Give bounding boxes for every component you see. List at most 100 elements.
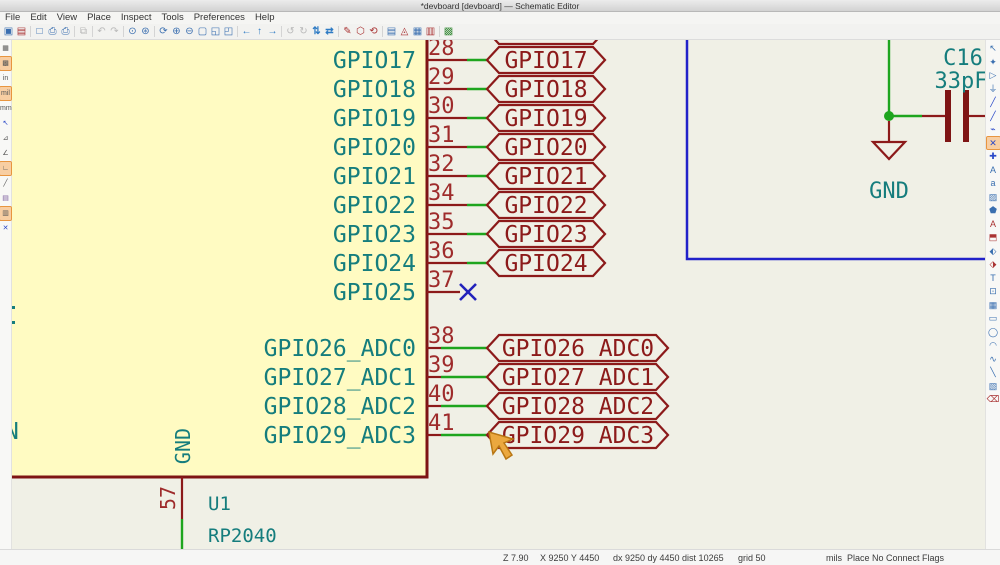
assign-footprints-icon[interactable]: ◬	[398, 25, 411, 39]
capacitor-reference[interactable]: C16	[943, 46, 983, 71]
annotate-icon[interactable]: ✎	[341, 25, 354, 39]
refresh-view-icon[interactable]: ⟳	[157, 25, 170, 39]
add-circle-icon[interactable]: ◯	[987, 326, 1000, 338]
add-power-port-icon[interactable]: ⏚	[987, 83, 1000, 95]
menu-help[interactable]: Help	[250, 12, 280, 24]
print-icon[interactable]: ⎙	[46, 25, 59, 39]
import-sheet-pin-icon[interactable]: ⬗	[987, 258, 1000, 270]
highlight-net-icon[interactable]: ✦	[987, 56, 1000, 68]
global-label-text[interactable]: GPIO27_ADC1	[502, 365, 654, 391]
capacitor-plate[interactable]	[945, 90, 951, 142]
global-label-text[interactable]: GPIO26_ADC0	[502, 336, 654, 362]
free-angle-mode-icon[interactable]: ∠	[0, 147, 11, 160]
rotate-ccw-icon[interactable]: ↺	[284, 25, 297, 39]
add-no-connect-icon[interactable]: ✕	[987, 137, 1000, 149]
delete-tool-icon[interactable]: ⌫	[987, 393, 1000, 405]
nav-back-icon[interactable]: ←	[240, 25, 253, 39]
gnd-power-symbol[interactable]: GND	[869, 121, 909, 204]
save-icon[interactable]: ▣	[2, 25, 15, 39]
nav-up-hierarchy-icon[interactable]: ↑	[253, 25, 266, 39]
wire-junction[interactable]	[884, 111, 894, 121]
menu-view[interactable]: View	[52, 12, 82, 24]
bom-icon[interactable]: ▥	[424, 25, 437, 39]
hierarchy-navigator-icon[interactable]: ▤	[385, 25, 398, 39]
units-mils-icon[interactable]: mil	[0, 87, 11, 100]
rotate-cw-icon[interactable]: ↻	[297, 25, 310, 39]
global-label-text[interactable]: GPIO29_ADC3	[502, 423, 654, 449]
component-value[interactable]: RP2040	[208, 525, 277, 547]
crosshair-cursor-icon[interactable]: ↖	[0, 117, 11, 130]
add-arc-icon[interactable]: ◠	[987, 339, 1000, 351]
add-bezier-icon[interactable]: ∿	[987, 353, 1000, 365]
zoom-fit-icon[interactable]: ▢	[196, 25, 209, 39]
global-label-text[interactable]: GPIO21	[504, 164, 587, 190]
add-global-label-icon[interactable]: ⬟	[987, 204, 1000, 216]
add-textbox-icon[interactable]: ⊡	[987, 285, 1000, 297]
edit-page-settings-icon[interactable]: ▤	[15, 25, 28, 39]
global-label-text[interactable]: GPIO28_ADC2	[502, 394, 654, 420]
show-grid-icon[interactable]: ▦	[0, 42, 11, 55]
hierarchy-panel-icon[interactable]: ▤	[0, 192, 11, 205]
menu-edit[interactable]: Edit	[25, 12, 51, 24]
schematic-canvas[interactable]: N 28GPIO17GPIO1729GPIO18GPIO1830GPIO19GP…	[12, 40, 985, 549]
zoom-out-icon[interactable]: ⊖	[183, 25, 196, 39]
add-bus-icon[interactable]: ╱	[987, 110, 1000, 122]
update-symbols-icon[interactable]: ⟲	[367, 25, 380, 39]
find-icon[interactable]: ⊙	[126, 25, 139, 39]
undo-icon[interactable]: ↶	[95, 25, 108, 39]
grid-dots-icon[interactable]: ▩	[0, 57, 11, 70]
add-hier-label-icon[interactable]: A	[987, 218, 1000, 230]
mirror-vertical-icon[interactable]: ⇅	[310, 25, 323, 39]
menu-tools[interactable]: Tools	[157, 12, 189, 24]
45deg-mode-icon[interactable]: ╱	[0, 177, 11, 190]
hv-lines-mode-icon[interactable]: ∟	[0, 162, 11, 175]
add-image-icon[interactable]: ▧	[987, 380, 1000, 392]
zoom-fit-objects-icon[interactable]: ◱	[209, 25, 222, 39]
units-mm-icon[interactable]: mm	[0, 102, 11, 115]
schematic-drawing[interactable]: N 28GPIO17GPIO1729GPIO18GPIO1830GPIO19GP…	[12, 40, 985, 549]
add-table-icon[interactable]: ▦	[987, 299, 1000, 311]
add-netclass-directive-icon[interactable]: a	[987, 177, 1000, 189]
select-tool-icon[interactable]: ↖	[987, 42, 1000, 54]
add-line-icon[interactable]: ╲	[987, 366, 1000, 378]
global-label-text[interactable]: GPIO18	[504, 77, 587, 103]
add-text-icon[interactable]: T	[987, 272, 1000, 284]
add-sheet-pin-icon[interactable]: ⬖	[987, 245, 1000, 257]
menu-preferences[interactable]: Preferences	[189, 12, 250, 24]
add-junction-icon[interactable]: ✚	[987, 150, 1000, 162]
close-panel-icon[interactable]: ✕	[0, 222, 11, 235]
add-net-label-icon[interactable]: A	[987, 164, 1000, 176]
partial-global-label-top[interactable]	[487, 40, 605, 44]
global-label-text[interactable]: GPIO23	[504, 222, 587, 248]
find-replace-icon[interactable]: ⊛	[139, 25, 152, 39]
generate-netlist-icon[interactable]: ▦	[411, 25, 424, 39]
menu-place[interactable]: Place	[82, 12, 116, 24]
show-hidden-pins-icon[interactable]: ⊿	[0, 132, 11, 145]
nav-forward-icon[interactable]: →	[266, 25, 279, 39]
erc-icon[interactable]: ⬡	[354, 25, 367, 39]
paste-icon[interactable]: ⧉	[77, 25, 90, 39]
global-label-text[interactable]: GPIO22	[504, 193, 587, 219]
plot-icon[interactable]: ⎙	[59, 25, 72, 39]
zoom-in-icon[interactable]: ⊕	[170, 25, 183, 39]
units-inches-icon[interactable]: in	[0, 72, 11, 85]
global-label-text[interactable]: GPIO19	[504, 106, 587, 132]
add-rectangle-icon[interactable]: ▭	[987, 312, 1000, 324]
zoom-selection-icon[interactable]: ◰	[222, 25, 235, 39]
global-label-text[interactable]: GPIO24	[504, 251, 587, 277]
global-label-text[interactable]: GPIO17	[504, 48, 587, 74]
mirror-horizontal-icon[interactable]: ⇄	[323, 25, 336, 39]
component-reference[interactable]: U1	[208, 493, 231, 515]
new-sheet-icon[interactable]: □	[33, 25, 46, 39]
symbol-editor-icon[interactable]: ▩	[442, 25, 455, 39]
menu-file[interactable]: File	[0, 12, 25, 24]
redo-icon[interactable]: ↷	[108, 25, 121, 39]
menu-inspect[interactable]: Inspect	[116, 12, 157, 24]
add-wire-icon[interactable]: ╱	[987, 96, 1000, 108]
add-symbol-icon[interactable]: ▷	[987, 69, 1000, 81]
capacitor-plate[interactable]	[963, 90, 969, 142]
add-bus-entry-icon[interactable]: ⌁	[987, 123, 1000, 135]
capacitor-net[interactable]: C16 33pF	[884, 40, 985, 142]
add-hier-sheet-icon[interactable]: ⬒	[987, 231, 1000, 243]
global-label-text[interactable]: GPIO20	[504, 135, 587, 161]
